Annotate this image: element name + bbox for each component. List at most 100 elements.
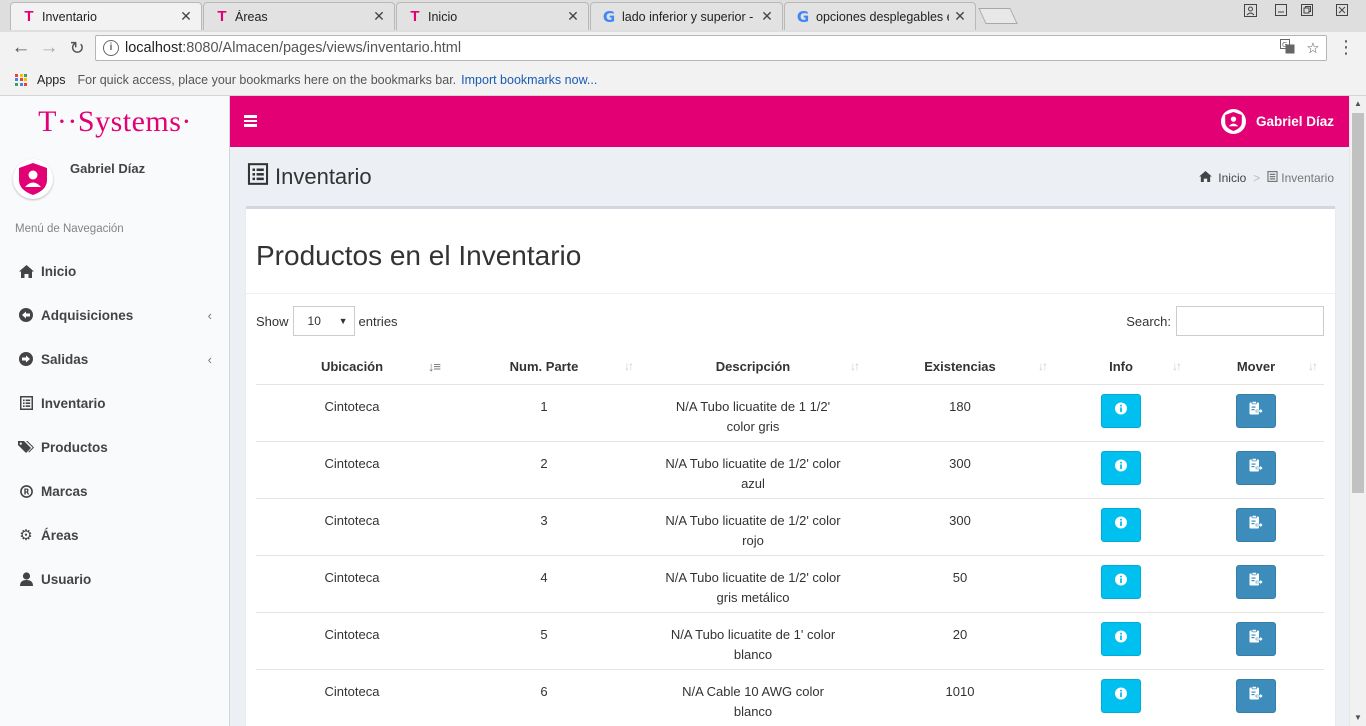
reload-icon[interactable]: ↻ bbox=[65, 36, 89, 60]
close-icon[interactable]: ✕ bbox=[179, 8, 193, 25]
table-body: Cintoteca 1 N/A Tubo licuatite de 1 1/2' c… bbox=[256, 384, 1324, 726]
sidebar-item-productos[interactable]: Productos bbox=[0, 425, 230, 469]
close-icon[interactable]: ✕ bbox=[953, 8, 967, 25]
info-button[interactable] bbox=[1101, 450, 1141, 485]
sidebar-item-usuario[interactable]: Usuario bbox=[0, 557, 230, 601]
column-header-mover[interactable]: Mover ↓↑ bbox=[1188, 349, 1324, 385]
close-icon[interactable]: ✕ bbox=[566, 8, 580, 25]
sidebar-item-label: Salidas bbox=[41, 351, 89, 367]
move-button[interactable] bbox=[1236, 393, 1276, 428]
column-header-descripcion[interactable]: Descripción ↓↑ bbox=[640, 349, 866, 385]
tab-google-search-1[interactable]: G lado inferior y superior - ✕ bbox=[590, 2, 783, 30]
info-circle-icon bbox=[1115, 401, 1128, 421]
minimize-icon[interactable] bbox=[1270, 0, 1292, 20]
info-button[interactable] bbox=[1101, 621, 1141, 656]
list-alt-icon bbox=[247, 163, 269, 191]
avatar bbox=[13, 159, 53, 199]
tab-google-search-2[interactable]: G opciones desplegables e ✕ bbox=[784, 2, 976, 30]
sidebar-item-marcas[interactable]: R Marcas bbox=[0, 469, 230, 513]
apps-grid-icon[interactable] bbox=[15, 73, 27, 86]
sort-both-icon: ↓↑ bbox=[1308, 359, 1318, 373]
column-header-num-parte[interactable]: Num. Parte ↓↑ bbox=[448, 349, 640, 385]
t-systems-logo[interactable]: T··Systems· bbox=[0, 96, 230, 147]
info-button[interactable] bbox=[1101, 507, 1141, 542]
address-bar[interactable]: i localhost:8080/Almacen/pages/views/inv… bbox=[95, 35, 1327, 61]
apps-link[interactable]: Apps bbox=[37, 73, 66, 87]
back-arrow-icon[interactable]: ← bbox=[9, 36, 33, 60]
import-bookmarks-link[interactable]: Import bookmarks now... bbox=[461, 73, 597, 87]
page-scrollbar[interactable]: ▲ ▼ bbox=[1349, 96, 1366, 726]
cell-existencias: 300 bbox=[866, 441, 1054, 499]
column-header-ubicacion[interactable]: Ubicación ↓≡ bbox=[256, 349, 448, 385]
home-icon bbox=[18, 263, 34, 279]
sidebar-item-areas[interactable]: ⚙ Áreas bbox=[0, 513, 230, 557]
chevron-left-icon: ‹ bbox=[207, 351, 212, 367]
move-button[interactable] bbox=[1236, 507, 1276, 542]
breadcrumb-separator: > bbox=[1253, 171, 1261, 185]
entries-length-control: Show 10 ▼ entries bbox=[256, 306, 398, 336]
url-text[interactable]: localhost:8080/Almacen/pages/views/inven… bbox=[125, 40, 1274, 56]
cell-info bbox=[1054, 669, 1188, 726]
translate-icon[interactable]: G bbox=[1274, 38, 1300, 58]
tab-areas[interactable]: T Áreas ✕ bbox=[203, 2, 395, 30]
forward-arrow-icon[interactable]: → bbox=[37, 36, 61, 60]
search-input[interactable] bbox=[1176, 306, 1324, 336]
table-header-row: Ubicación ↓≡ Num. Parte ↓↑ Descripción ↓↑ E… bbox=[256, 349, 1324, 385]
info-circle-icon bbox=[1115, 515, 1128, 535]
scrollbar-thumb[interactable] bbox=[1352, 113, 1364, 493]
clipboard-move-icon bbox=[1249, 457, 1264, 478]
cell-num-parte: 1 bbox=[448, 384, 640, 442]
tab-label: lado inferior y superior - bbox=[622, 9, 754, 24]
scroll-down-arrow-icon[interactable]: ▼ bbox=[1350, 710, 1366, 726]
close-icon[interactable]: ✕ bbox=[760, 8, 774, 25]
cell-info bbox=[1054, 555, 1188, 613]
top-navbar: Gabriel Díaz bbox=[230, 96, 1349, 147]
t-systems-favicon: T bbox=[410, 8, 420, 25]
tab-inicio[interactable]: T Inicio ✕ bbox=[396, 2, 589, 30]
move-button[interactable] bbox=[1236, 678, 1276, 713]
sidebar-item-inicio[interactable]: Inicio bbox=[0, 249, 230, 293]
user-menu[interactable]: Gabriel Díaz bbox=[1220, 109, 1334, 134]
scroll-up-arrow-icon[interactable]: ▲ bbox=[1350, 96, 1366, 112]
info-button[interactable] bbox=[1101, 393, 1141, 428]
sort-asc-icon: ↓≡ bbox=[427, 359, 441, 374]
page-title: Inventario bbox=[247, 163, 372, 191]
svg-text:R: R bbox=[23, 487, 29, 496]
close-window-icon[interactable] bbox=[1322, 0, 1362, 20]
info-button[interactable] bbox=[1101, 564, 1141, 599]
move-button[interactable] bbox=[1236, 621, 1276, 656]
profile-icon[interactable] bbox=[1238, 0, 1262, 20]
restore-icon[interactable] bbox=[1296, 0, 1318, 20]
cell-info bbox=[1054, 384, 1188, 442]
clipboard-move-icon bbox=[1249, 628, 1264, 649]
entries-select[interactable]: 10 ▼ bbox=[292, 306, 355, 336]
box-divider bbox=[246, 293, 1335, 294]
hamburger-menu-icon[interactable] bbox=[244, 113, 258, 129]
column-header-info[interactable]: Info ↓↑ bbox=[1054, 349, 1188, 385]
sidebar-item-adquisiciones[interactable]: Adquisiciones ‹ bbox=[0, 293, 230, 337]
sidebar-item-salidas[interactable]: Salidas ‹ bbox=[0, 337, 230, 381]
sort-both-icon: ↓↑ bbox=[624, 359, 634, 373]
sidebar-item-label: Inventario bbox=[41, 395, 106, 411]
close-icon[interactable]: ✕ bbox=[372, 8, 386, 25]
cell-num-parte: 2 bbox=[448, 441, 640, 499]
sort-both-icon: ↓↑ bbox=[1038, 359, 1048, 373]
svg-text:G: G bbox=[1282, 41, 1287, 49]
menu-dots-icon[interactable]: ⋮ bbox=[1336, 36, 1356, 60]
sidebar-item-label: Inicio bbox=[41, 263, 77, 279]
info-icon[interactable]: i bbox=[103, 40, 119, 56]
sidebar-item-inventario[interactable]: Inventario bbox=[0, 381, 230, 425]
star-icon[interactable]: ☆ bbox=[1300, 39, 1326, 57]
move-button[interactable] bbox=[1236, 564, 1276, 599]
cell-num-parte: 3 bbox=[448, 498, 640, 556]
info-button[interactable] bbox=[1101, 678, 1141, 713]
user-panel: Gabriel Díaz bbox=[10, 154, 220, 204]
user-icon bbox=[18, 571, 34, 587]
list-alt-icon bbox=[18, 395, 34, 411]
tab-inventario[interactable]: T Inventario ✕ bbox=[10, 2, 202, 30]
sort-both-icon: ↓↑ bbox=[850, 359, 860, 373]
move-button[interactable] bbox=[1236, 450, 1276, 485]
new-tab-button[interactable] bbox=[978, 8, 1018, 24]
column-header-existencias[interactable]: Existencias ↓↑ bbox=[866, 349, 1054, 385]
breadcrumb-home[interactable]: Inicio bbox=[1218, 171, 1246, 185]
